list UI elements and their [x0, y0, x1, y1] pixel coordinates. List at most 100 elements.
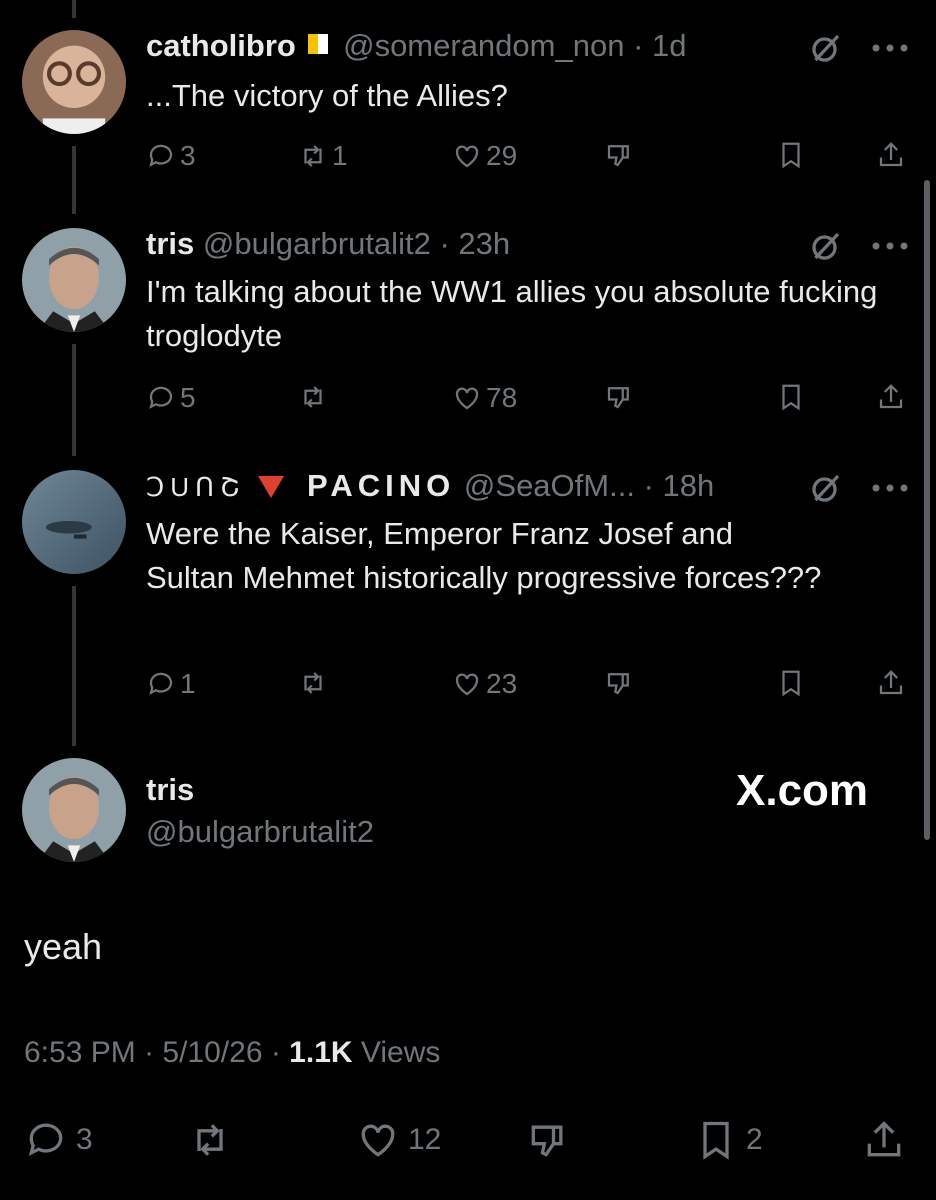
- tweet-header: catholibro @somerandom_non · 1d: [146, 28, 687, 64]
- dislike-button[interactable]: [604, 668, 634, 698]
- display-name[interactable]: tris: [146, 226, 194, 261]
- thread-line: [72, 0, 76, 18]
- display-name-prefix[interactable]: ↃUՈՇ: [146, 472, 246, 502]
- share-icon: [879, 670, 903, 695]
- like-icon: [455, 673, 479, 696]
- display-name[interactable]: catholibro: [146, 28, 296, 63]
- share-button[interactable]: [876, 382, 906, 412]
- share-button[interactable]: [876, 668, 906, 698]
- bookmark-button[interactable]: [776, 382, 806, 412]
- reply-icon: [149, 386, 173, 409]
- bookmark-icon: [703, 1121, 729, 1160]
- dislike-button[interactable]: [604, 382, 634, 412]
- like-icon: [455, 145, 479, 168]
- reply-count: 5: [180, 382, 196, 413]
- more-icon[interactable]: [870, 482, 910, 494]
- repost-icon: [197, 1124, 223, 1156]
- more-icon[interactable]: [870, 240, 910, 252]
- avatar[interactable]: [22, 470, 126, 574]
- bookmark-button[interactable]: [776, 140, 806, 170]
- dislike-icon: [607, 387, 629, 409]
- reply-count: 3: [180, 140, 196, 171]
- like-button[interactable]: 29: [452, 140, 517, 172]
- main-display-name[interactable]: tris: [146, 772, 194, 808]
- like-icon: [455, 387, 479, 410]
- repost-button[interactable]: [298, 668, 332, 698]
- share-button[interactable]: [862, 1118, 906, 1162]
- main-handle[interactable]: @bulgarbrutalit2: [146, 814, 374, 850]
- dislike-icon: [607, 145, 629, 167]
- avatar[interactable]: [22, 30, 126, 134]
- timestamp[interactable]: · 1d: [633, 28, 686, 63]
- bookmark-icon: [782, 384, 800, 411]
- dislike-button[interactable]: [526, 1118, 570, 1162]
- red-triangle-icon: [258, 476, 285, 498]
- reply-button[interactable]: 5: [146, 382, 196, 414]
- repost-icon: [304, 672, 322, 694]
- grok-icon[interactable]: [808, 470, 844, 506]
- more-icon[interactable]: [870, 42, 910, 54]
- like-button[interactable]: 78: [452, 382, 517, 414]
- reply-icon: [149, 144, 173, 167]
- timestamp[interactable]: · 23h: [439, 226, 510, 261]
- bookmark-button[interactable]: 2: [694, 1118, 763, 1162]
- timestamp[interactable]: · 18h: [644, 468, 715, 503]
- main-tweet-text: yeah: [24, 926, 103, 967]
- like-icon: [361, 1124, 395, 1157]
- vatican-flag-icon: [308, 34, 329, 54]
- tweet-text: Were the Kaiser, Emperor Franz Josef and…: [146, 516, 822, 595]
- repost-button[interactable]: 1: [298, 140, 348, 172]
- views-label[interactable]: Views: [361, 1036, 440, 1069]
- post-date: 5/10/26: [162, 1036, 263, 1069]
- handle[interactable]: @bulgarbrutalit2: [203, 226, 431, 261]
- reply-count: 3: [76, 1123, 93, 1156]
- repost-button[interactable]: [298, 382, 332, 412]
- scrollbar[interactable]: [924, 180, 930, 840]
- grok-icon[interactable]: [808, 30, 844, 66]
- tweet-header: tris @bulgarbrutalit2 · 23h: [146, 226, 510, 262]
- share-icon: [879, 142, 903, 167]
- display-name[interactable]: PACINO: [307, 468, 455, 503]
- share-icon: [867, 1121, 901, 1157]
- thread-line: [72, 344, 76, 456]
- share-button[interactable]: [876, 140, 906, 170]
- thread-line: [72, 586, 76, 746]
- repost-button[interactable]: [188, 1118, 240, 1162]
- reply-icon: [149, 672, 173, 695]
- dislike-icon: [531, 1125, 563, 1157]
- repost-icon: [304, 145, 322, 167]
- bookmark-button[interactable]: [776, 668, 806, 698]
- tweet-text: I'm talking about the WW1 allies you abs…: [146, 274, 878, 353]
- thread-line: [72, 146, 76, 214]
- tweet-header: ↃUՈՇ PACINO @SeaOfM... · 18h: [146, 468, 714, 505]
- repost-icon: [304, 386, 322, 408]
- like-count: 78: [486, 382, 518, 413]
- bookmark-icon: [782, 142, 800, 169]
- share-icon: [879, 384, 903, 409]
- handle[interactable]: @SeaOfM...: [464, 468, 635, 503]
- bookmark-icon: [782, 670, 800, 697]
- like-count: 29: [486, 140, 518, 171]
- bookmark-count: 2: [746, 1123, 763, 1156]
- dislike-button[interactable]: [604, 140, 634, 170]
- like-button[interactable]: 23: [452, 668, 517, 700]
- avatar[interactable]: [22, 228, 126, 332]
- reply-button[interactable]: 3: [146, 140, 196, 172]
- x-watermark: X.com: [736, 766, 869, 815]
- post-time: 6:53 PM: [24, 1036, 136, 1069]
- views-count: 1.1K: [289, 1036, 353, 1069]
- tweet-text: ...The victory of the Allies?: [146, 78, 508, 113]
- like-button[interactable]: 12: [356, 1118, 441, 1162]
- like-count: 12: [408, 1123, 442, 1156]
- repost-count: 1: [332, 140, 348, 171]
- like-count: 23: [486, 668, 518, 699]
- reply-icon: [28, 1123, 63, 1156]
- handle[interactable]: @somerandom_non: [343, 28, 624, 63]
- grok-icon[interactable]: [808, 228, 844, 264]
- tweet-stats: 6:53 PM · 5/10/26 · 1.1K Views: [24, 1036, 441, 1069]
- dislike-icon: [607, 673, 629, 695]
- reply-button[interactable]: 3: [24, 1118, 93, 1162]
- reply-count: 1: [180, 668, 196, 699]
- avatar[interactable]: [22, 758, 126, 862]
- reply-button[interactable]: 1: [146, 668, 196, 700]
